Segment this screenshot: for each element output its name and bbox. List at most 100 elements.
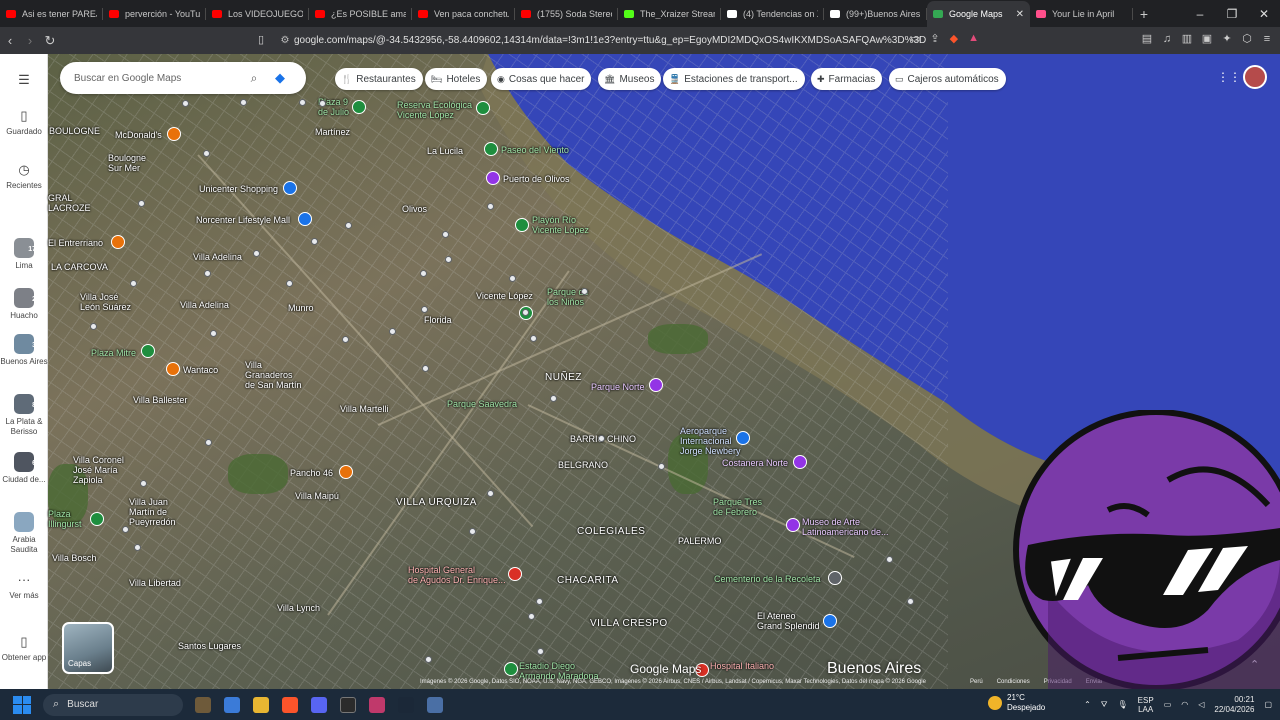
transit-stop-icon[interactable] xyxy=(420,270,427,277)
transit-stop-icon[interactable] xyxy=(487,490,494,497)
map-pin-icon[interactable] xyxy=(141,344,155,358)
weather-widget[interactable]: 21°C Despejado xyxy=(988,693,1045,713)
map-label-aeroparque[interactable]: Aeroparque Internacional Jorge Newbery xyxy=(680,426,741,456)
map-label-mcdonalds[interactable]: McDonald's xyxy=(115,130,162,140)
map-pin-icon[interactable] xyxy=(352,100,366,114)
new-tab-button[interactable]: + xyxy=(1133,1,1155,27)
map-pin-icon[interactable] xyxy=(504,662,518,676)
ai-icon[interactable]: ✦ xyxy=(1220,32,1234,46)
transit-stop-icon[interactable] xyxy=(445,256,452,263)
network-icon[interactable]: ⛛ xyxy=(1101,700,1108,710)
site-info-icon[interactable]: ⚙ xyxy=(276,35,294,46)
map-label-museo-arte[interactable]: Museo de Arte Latinoamericano de... xyxy=(802,517,889,537)
transit-stop-icon[interactable] xyxy=(138,200,145,207)
transit-stop-icon[interactable] xyxy=(342,336,349,343)
browser-tab[interactable]: (4) Tendencias on X xyxy=(721,1,824,27)
clock[interactable]: 00:21 22/04/2026 xyxy=(1214,695,1254,715)
transit-stop-icon[interactable] xyxy=(204,270,211,277)
file-explorer-icon[interactable] xyxy=(253,696,269,713)
transit-stop-icon[interactable] xyxy=(182,100,189,107)
browser-tab[interactable]: Google Maps ✕ xyxy=(927,1,1030,27)
browser-tab[interactable]: (99+)Buenos Aires xyxy=(824,1,927,27)
category-chip[interactable]: 🍴 Restaurantes xyxy=(335,68,423,90)
rail-recents[interactable]: ◷ Recientes xyxy=(0,162,48,191)
map-pin-icon[interactable] xyxy=(476,101,490,115)
map-pin-icon[interactable] xyxy=(515,218,529,232)
close-window-icon[interactable]: ✕ xyxy=(1248,1,1280,27)
map-label-el-ateneo[interactable]: El Ateneo Grand Splendid xyxy=(757,611,820,631)
map-label-costanera-norte[interactable]: Costanera Norte xyxy=(722,458,788,468)
transit-stop-icon[interactable] xyxy=(528,613,535,620)
map-label-wantaco[interactable]: Wantaco xyxy=(183,365,218,375)
cast-icon[interactable]: ▭ xyxy=(910,32,920,45)
map-pin-icon[interactable] xyxy=(166,362,180,376)
transit-stop-icon[interactable] xyxy=(425,656,432,663)
mic-icon[interactable]: 🎙 xyxy=(1118,700,1128,709)
map-label-puerto-olivos[interactable]: Puerto de Olivos xyxy=(503,174,570,184)
transit-stop-icon[interactable] xyxy=(130,280,137,287)
address-bar[interactable]: ⚙ google.com/maps/@-34.5432956,-58.44096… xyxy=(276,30,996,51)
language-indicator[interactable]: ESP LAA xyxy=(1138,696,1154,714)
avatar[interactable] xyxy=(1243,65,1267,89)
map-label-hospital-general[interactable]: Hospital General de Agudos Dr. Enrique..… xyxy=(408,565,506,585)
map-pin-icon[interactable] xyxy=(339,465,353,479)
widget-icon[interactable] xyxy=(195,696,211,713)
share-icon[interactable]: ⇪ xyxy=(930,32,939,45)
settings-icon[interactable] xyxy=(427,696,443,713)
transit-stop-icon[interactable] xyxy=(122,526,129,533)
transit-stop-icon[interactable] xyxy=(90,323,97,330)
browser-tab[interactable]: The_Xraizer Stream xyxy=(618,1,721,27)
category-chip[interactable]: ▭ Cajeros automáticos xyxy=(889,68,1006,90)
map-label-hospital-italiano[interactable]: Hospital Italiano xyxy=(710,661,774,671)
browser-tab[interactable]: Your Lie in April xyxy=(1030,1,1133,27)
category-chip[interactable]: 🚆 Estaciones de transport... xyxy=(663,68,805,90)
map-label-norcenter[interactable]: Norcenter Lifestyle Mall xyxy=(196,215,290,225)
map-label-plaza-bottom[interactable]: Plaza Illingurst xyxy=(48,509,82,529)
map-pin-icon[interactable] xyxy=(823,614,837,628)
rail-menu-button[interactable]: ☰ xyxy=(0,72,48,91)
transit-stop-icon[interactable] xyxy=(598,435,605,442)
category-chip[interactable]: ◉ Cosas que hacer xyxy=(491,68,592,90)
rail-place-item[interactable]: Arabia Saudita xyxy=(0,512,48,555)
bookmark-icon[interactable]: ▯ xyxy=(258,33,264,46)
copilot-icon[interactable] xyxy=(224,696,240,713)
hamburger-icon[interactable]: ☰ xyxy=(16,72,32,88)
browser-tab[interactable]: Asi es tener PAREJA xyxy=(0,1,103,27)
volume-icon[interactable]: ◁ xyxy=(1198,700,1204,709)
url-text[interactable]: google.com/maps/@-34.5432956,-58.4409602… xyxy=(294,35,926,46)
transit-stop-icon[interactable] xyxy=(886,556,893,563)
map-label-unicenter[interactable]: Unicenter Shopping xyxy=(199,184,278,194)
transit-stop-icon[interactable] xyxy=(422,365,429,372)
obs-icon[interactable] xyxy=(340,696,356,713)
map-label-playon-rio[interactable]: Playón Río Vicente López xyxy=(532,215,589,235)
transit-stop-icon[interactable] xyxy=(537,648,544,655)
vpn-icon[interactable]: ⬡ xyxy=(1240,32,1254,46)
chevron-up-icon[interactable]: ⌃ xyxy=(1084,700,1091,709)
rail-place-item[interactable]: 17 Lima xyxy=(0,238,48,271)
browser-tab[interactable]: Ven paca conchetu xyxy=(412,1,515,27)
map-label-reserva[interactable]: Reserva Ecológica Vicente López xyxy=(397,100,472,120)
wallet-icon[interactable]: ▣ xyxy=(1200,32,1214,46)
map-label-estadio-maradona[interactable]: Estadio Diego Armando Maradona xyxy=(519,661,599,681)
category-chip[interactable]: 🛏 Hoteles xyxy=(425,68,488,90)
map-pin-icon[interactable] xyxy=(111,235,125,249)
transit-stop-icon[interactable] xyxy=(286,280,293,287)
rail-more[interactable]: ··· Ver más xyxy=(0,572,48,601)
windows-start-icon[interactable] xyxy=(13,695,31,714)
map-pin-icon[interactable] xyxy=(90,512,104,526)
browser-tab[interactable]: Los VIDEOJUEGOS xyxy=(206,1,309,27)
transit-stop-icon[interactable] xyxy=(134,544,141,551)
map-pin-icon[interactable] xyxy=(508,567,522,581)
transit-stop-icon[interactable] xyxy=(581,288,588,295)
transit-stop-icon[interactable] xyxy=(311,238,318,245)
search-icon[interactable]: ⌕ xyxy=(244,71,264,86)
transit-stop-icon[interactable] xyxy=(389,328,396,335)
notifications-icon[interactable]: ▢ xyxy=(1264,700,1272,709)
music-icon[interactable]: ♫ xyxy=(1160,32,1174,46)
transit-stop-icon[interactable] xyxy=(421,306,428,313)
rail-place-item[interactable]: 2 Huacho xyxy=(0,288,48,321)
footer-link[interactable]: Perú xyxy=(970,679,983,685)
transit-stop-icon[interactable] xyxy=(487,203,494,210)
browser-tab[interactable]: perverción - YouTube xyxy=(103,1,206,27)
category-chip[interactable]: ✚ Farmacias xyxy=(811,68,883,90)
